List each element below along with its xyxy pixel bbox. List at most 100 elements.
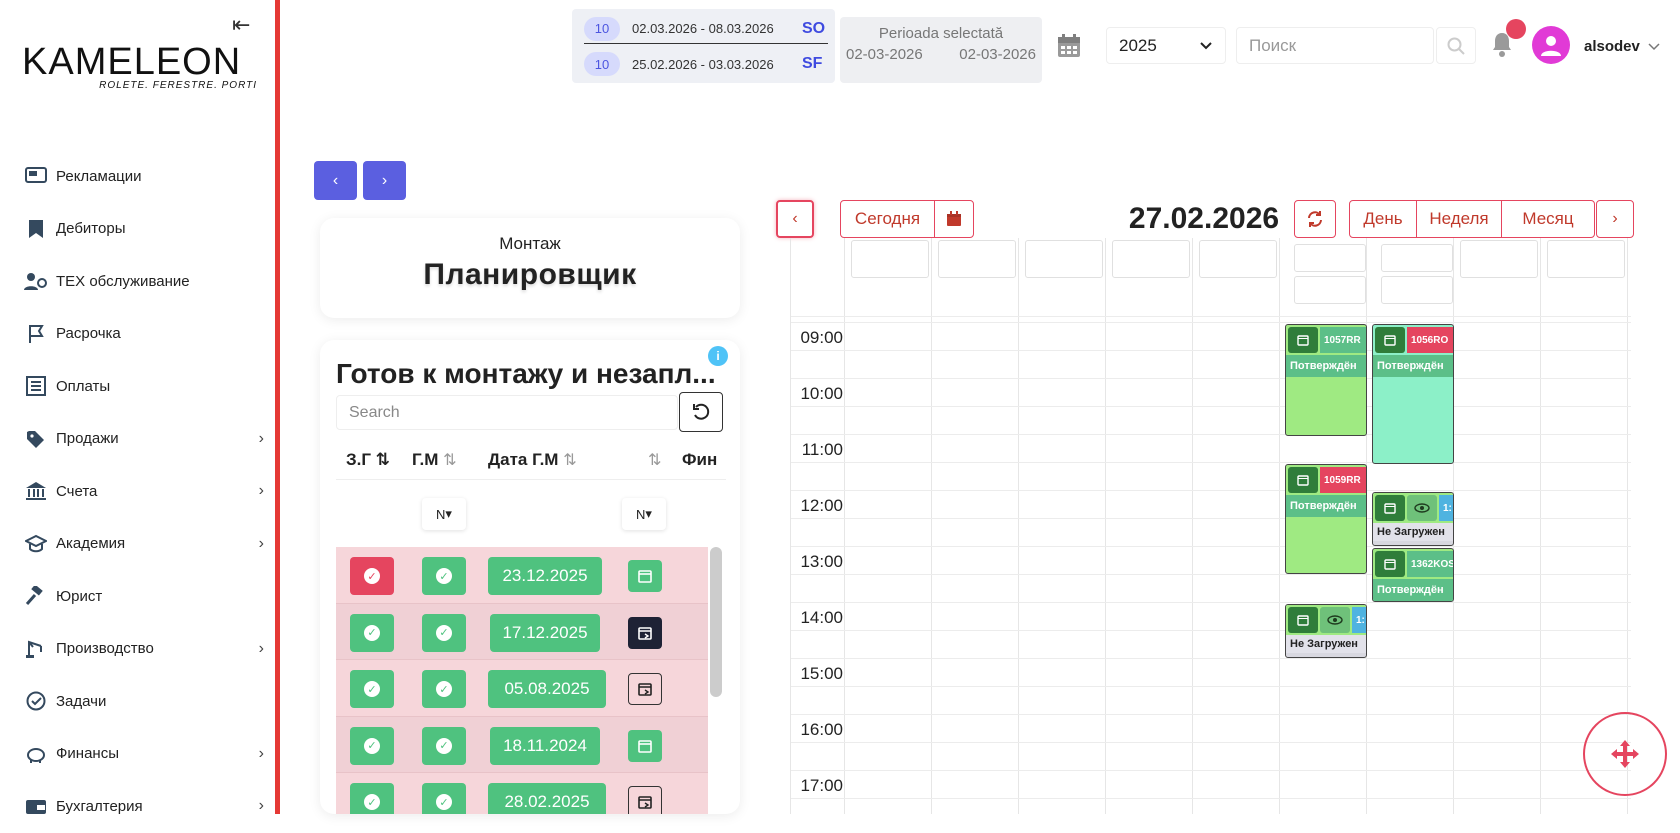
sort-icon: ⇅ [443,452,457,469]
next-button[interactable]: › [363,161,406,200]
date-badge[interactable]: 17.12.2025 [490,613,600,652]
filter-dropdown[interactable]: Ν ▾ [622,498,666,530]
view-week-button[interactable]: Неделя [1416,200,1502,238]
period-row-sf[interactable]: 10 25.02.2026 - 03.03.2026 SF [584,49,828,79]
chevron-down-icon[interactable] [1648,38,1660,54]
calendar-icon[interactable] [628,673,662,705]
calendar-event[interactable]: 1057RR Потверждён [1285,324,1367,436]
move-icon[interactable] [1583,712,1667,796]
resource-slot[interactable] [938,240,1016,278]
view-day-button[interactable]: День [1349,200,1417,238]
monitor-icon [24,165,48,187]
date-badge[interactable]: 23.12.2025 [488,557,602,595]
sidebar-item-label: Расрочка [56,325,121,343]
table-row[interactable]: ✓ ✓ 28.02.2025 [336,773,708,814]
date-badge[interactable]: 18.11.2024 [490,726,600,765]
view-month-button[interactable]: Месяц [1501,200,1595,238]
date-badge[interactable]: 28.02.2025 [488,783,606,814]
calendar-next-button[interactable]: › [1596,200,1634,238]
check-icon[interactable]: ✓ [350,670,394,708]
column-header-fin[interactable]: Фин [682,450,717,470]
refresh-icon[interactable] [1294,200,1336,238]
username[interactable]: alsodev [1584,38,1640,55]
calendar-icon[interactable] [1057,33,1081,64]
calendar-icon[interactable] [1375,327,1405,353]
year-select[interactable]: 2025 [1106,27,1226,64]
column-header-zg[interactable]: З.Г ⇅ [346,450,390,470]
check-icon[interactable]: ✓ [422,557,466,595]
collapse-sidebar-icon[interactable]: ⇤ [232,12,250,38]
calendar-icon[interactable] [1288,467,1318,493]
sidebar-item-lawyer[interactable]: Юрист [24,570,264,623]
resource-slot[interactable] [1460,240,1538,278]
today-button[interactable]: Сегодня [840,200,935,238]
date-badge[interactable]: 05.08.2025 [488,670,606,708]
scrollbar[interactable] [710,547,722,697]
resource-slot[interactable] [1294,244,1366,272]
calendar-event[interactable]: 1: Не Загружен [1372,492,1454,546]
sidebar-item-debtors[interactable]: Дебиторы [24,203,264,256]
table-row[interactable]: ✓ ✓ 18.11.2024 [336,716,708,773]
calendar-prev-button[interactable]: ‹ [776,200,814,238]
table-row[interactable]: ✓ ✓ 17.12.2025 [336,603,708,660]
calendar-icon[interactable] [628,560,662,592]
search-input[interactable]: Поиск [1236,27,1434,64]
period-code: SF [802,55,823,72]
resource-slot[interactable] [1381,276,1453,304]
table-row[interactable]: ✓ ✓ 23.12.2025 [336,547,708,604]
calendar-event[interactable]: 1059RR Потверждён [1285,464,1367,574]
logo[interactable]: KAMELEON ROLETE. FERESTRE. PORTI [22,43,257,91]
resource-slot[interactable] [1025,240,1103,278]
check-icon[interactable]: ✓ [422,670,466,708]
sidebar-item-finance[interactable]: Финансы › [24,728,264,781]
event-code: 1056RO [1407,327,1453,353]
check-icon[interactable]: ✓ [422,613,466,652]
check-icon[interactable]: ✓ [350,613,394,652]
sidebar-item-payments[interactable]: Оплаты [24,360,264,413]
filter-dropdown[interactable]: Ν ▾ [422,498,466,530]
calendar-icon[interactable] [628,729,662,762]
resource-slot[interactable] [1199,240,1277,278]
previous-button[interactable]: ‹ [314,161,357,200]
calendar-event[interactable]: 1: Не Загружен [1285,604,1367,658]
table-row[interactable]: ✓ ✓ 05.08.2025 [336,660,708,717]
list-search-input[interactable]: Search [336,395,678,430]
sidebar-item-academy[interactable]: Академия › [24,518,264,571]
calendar-icon[interactable] [628,786,662,814]
check-icon[interactable]: ✓ [350,783,394,814]
sidebar-item-maintenance[interactable]: ТЕХ обслуживание [24,255,264,308]
resource-slot[interactable] [1547,240,1625,278]
calendar-event[interactable]: 1056RO Потверждён [1372,324,1454,464]
resource-slot[interactable] [1381,244,1453,272]
avatar[interactable] [1532,26,1570,64]
search-icon[interactable] [1436,27,1476,64]
calendar-picker-icon[interactable] [934,200,974,238]
check-icon[interactable]: ✓ [350,557,394,595]
check-icon[interactable]: ✓ [350,726,394,765]
calendar-icon[interactable] [1375,551,1405,577]
sidebar-item-accounts[interactable]: Счета › [24,465,264,518]
check-icon[interactable]: ✓ [422,783,466,814]
check-icon[interactable]: ✓ [422,726,466,765]
column-header-gm[interactable]: Г.М ⇅ [412,450,457,470]
reset-icon[interactable] [679,392,723,432]
period-row-so[interactable]: 10 02.03.2026 - 08.03.2026 SO [584,14,828,44]
sidebar-item-production[interactable]: Производство › [24,623,264,676]
sidebar-item-installments[interactable]: Расрочка [24,308,264,361]
eye-icon[interactable] [1407,495,1437,521]
sidebar-item-tasks[interactable]: Задачи [24,675,264,728]
sidebar-item-accounting[interactable]: Бухгалтерия › [24,780,264,833]
resource-slot[interactable] [1112,240,1190,278]
column-header-date-gm[interactable]: Дата Г.М ⇅ [488,450,577,470]
sidebar-item-complaints[interactable]: Рекламации [24,150,264,203]
calendar-icon[interactable] [1288,327,1318,353]
calendar-event[interactable]: 1362KOS Потверждён [1372,548,1454,602]
eye-icon[interactable] [1320,607,1350,633]
calendar-icon[interactable] [628,616,662,649]
calendar-icon[interactable] [1288,607,1318,633]
resource-slot[interactable] [1294,276,1366,304]
calendar-icon[interactable] [1375,495,1405,521]
sidebar-item-sales[interactable]: Продажи › [24,413,264,466]
sort-icon[interactable]: ⇅ [648,450,661,470]
resource-slot[interactable] [851,240,929,278]
